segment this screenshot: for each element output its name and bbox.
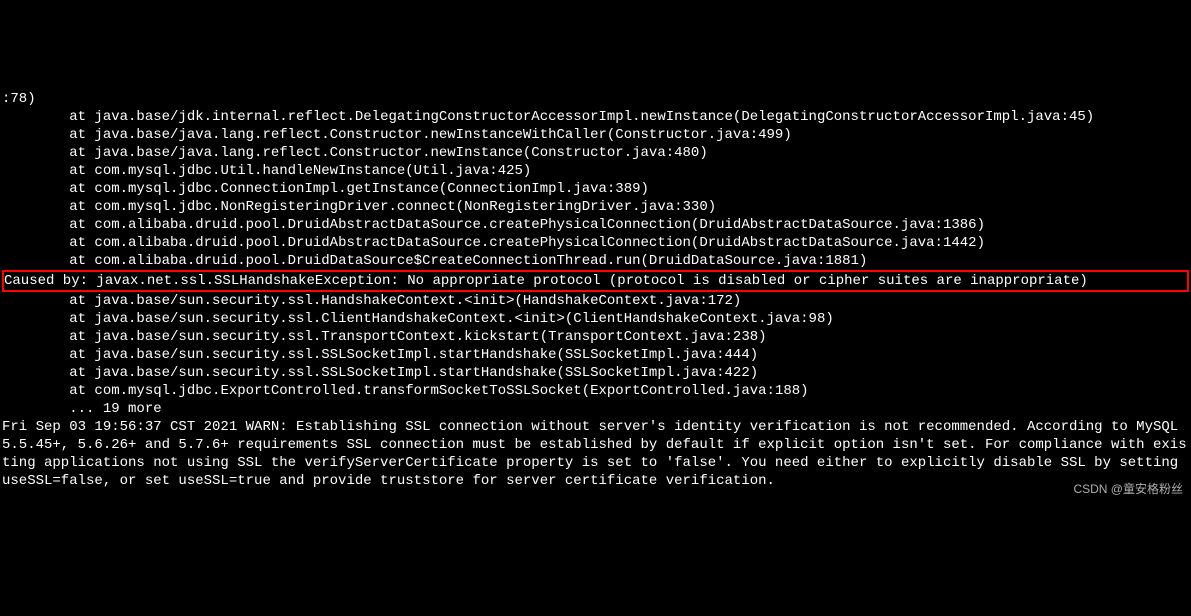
stack-line: at java.base/java.lang.reflect.Construct… — [2, 127, 792, 143]
terminal-output: :78) at java.base/jdk.internal.reflect.D… — [2, 72, 1189, 490]
stack-line: at java.base/sun.security.ssl.SSLSocketI… — [2, 365, 758, 381]
stack-line: at java.base/jdk.internal.reflect.Delega… — [2, 109, 1094, 125]
stack-line: at com.mysql.jdbc.ConnectionImpl.getInst… — [2, 181, 649, 197]
caused-by-line: Caused by: javax.net.ssl.SSLHandshakeExc… — [4, 273, 1088, 289]
stack-line: at com.mysql.jdbc.Util.handleNewInstance… — [2, 163, 531, 179]
stack-line: at com.alibaba.druid.pool.DruidAbstractD… — [2, 217, 985, 233]
caused-by-highlight: Caused by: javax.net.ssl.SSLHandshakeExc… — [2, 270, 1189, 292]
stack-line: at java.base/java.lang.reflect.Construct… — [2, 145, 708, 161]
stack-line: :78) — [2, 91, 36, 107]
stack-line: at java.base/sun.security.ssl.ClientHand… — [2, 311, 834, 327]
stack-line: at java.base/sun.security.ssl.TransportC… — [2, 329, 767, 345]
stack-line: at java.base/sun.security.ssl.HandshakeC… — [2, 293, 741, 309]
stack-line: at java.base/sun.security.ssl.SSLSocketI… — [2, 347, 758, 363]
stack-line: at com.alibaba.druid.pool.DruidDataSourc… — [2, 253, 867, 269]
stack-line: ... 19 more — [2, 401, 162, 417]
stack-line: at com.mysql.jdbc.NonRegisteringDriver.c… — [2, 199, 716, 215]
watermark: CSDN @童安格粉丝 — [1073, 480, 1183, 498]
warn-line: Fri Sep 03 19:56:37 CST 2021 WARN: Estab… — [2, 419, 1187, 489]
stack-line: at com.mysql.jdbc.ExportControlled.trans… — [2, 383, 809, 399]
stack-line: at com.alibaba.druid.pool.DruidAbstractD… — [2, 235, 985, 251]
